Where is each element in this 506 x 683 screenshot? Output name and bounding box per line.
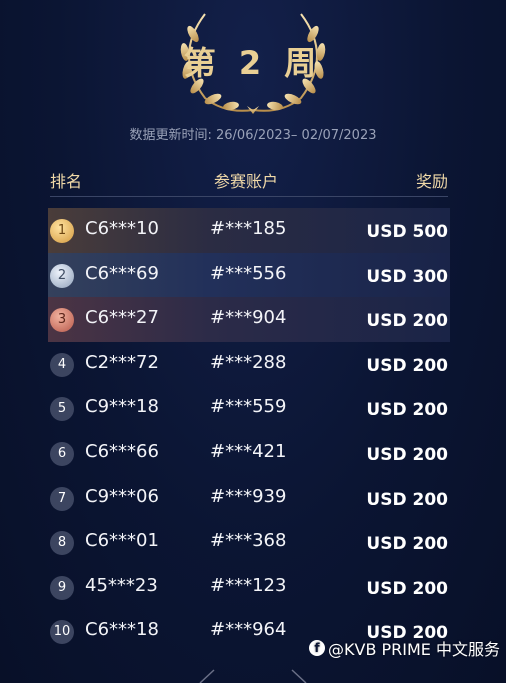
rank-badge: 5: [50, 397, 74, 422]
user-id: C6***66: [85, 440, 159, 462]
rank-badge: 7: [50, 486, 74, 511]
table-row: 9 45***23 #***123 USD 200: [48, 565, 450, 610]
update-time-label: 数据更新时间: 26/06/2023– 02/07/2023: [129, 128, 377, 143]
user-id: C6***27: [85, 307, 159, 329]
user-id: C9***06: [85, 485, 159, 507]
table-row: 3 C6***27 #***904 USD 200: [48, 297, 450, 342]
rank-badge-silver-icon: 2: [50, 263, 74, 288]
table-header: 排名 参赛账户 奖励: [50, 166, 448, 197]
decorative-ornament-icon: [199, 669, 307, 683]
reward-amount: USD 200: [366, 489, 448, 510]
rank-badge-gold-icon: 1: [50, 219, 74, 243]
account-id: #***556: [210, 262, 287, 284]
watermark-text: @KVB PRIME 中文服务: [328, 640, 500, 659]
account-id: #***559: [210, 396, 287, 418]
table-row: 7 C9***06 #***939 USD 200: [48, 476, 450, 521]
account-id: #***185: [210, 218, 287, 239]
header-rank: 排名: [50, 172, 83, 191]
account-id: #***964: [210, 619, 287, 641]
rank-badge: 8: [50, 531, 74, 556]
table-row: 2 C6***69 #***556 USD 300: [48, 252, 450, 298]
leaderboard-list: 1 C6***10 #***185 USD 500 2 C6***69 #***…: [48, 208, 450, 654]
facebook-icon: f: [309, 640, 325, 656]
header-account: 参赛账户: [214, 172, 279, 191]
user-id: C2***72: [85, 351, 159, 373]
reward-amount: USD 200: [366, 311, 448, 332]
table-row: 8 C6***01 #***368 USD 200: [48, 520, 450, 565]
user-id: 45***23: [85, 574, 158, 596]
table-row: 4 C2***72 #***288 USD 200: [48, 342, 450, 387]
header-reward: 奖励: [415, 172, 448, 191]
account-id: #***904: [210, 307, 287, 329]
account-id: #***939: [210, 485, 287, 507]
account-id: #***123: [210, 574, 287, 596]
account-id: #***368: [210, 530, 287, 552]
user-id: C6***01: [85, 530, 159, 552]
user-id: C6***18: [85, 619, 159, 641]
reward-amount: USD 200: [366, 400, 448, 421]
rank-badge: 9: [50, 575, 74, 600]
reward-amount: USD 500: [366, 222, 448, 242]
user-id: C9***18: [85, 396, 159, 418]
watermark: f @KVB PRIME 中文服务: [309, 636, 500, 660]
reward-amount: USD 200: [366, 578, 448, 599]
account-id: #***421: [210, 440, 287, 462]
reward-amount: USD 300: [366, 266, 448, 287]
rank-badge: 10: [50, 620, 74, 645]
rank-badge: 4: [50, 352, 74, 377]
table-row: 6 C6***66 #***421 USD 200: [48, 431, 450, 476]
account-id: #***288: [210, 351, 287, 373]
user-id: C6***69: [85, 262, 159, 284]
reward-amount: USD 200: [366, 355, 448, 376]
rank-badge-bronze-icon: 3: [50, 308, 74, 333]
user-id: C6***10: [85, 218, 159, 239]
table-row: 1 C6***10 #***185 USD 500: [48, 208, 450, 253]
table-row: 5 C9***18 #***559 USD 200: [48, 386, 450, 431]
week-title: 第 2 周: [183, 44, 323, 82]
reward-amount: USD 200: [366, 444, 448, 465]
reward-amount: USD 200: [366, 534, 448, 555]
rank-badge: 6: [50, 441, 74, 466]
